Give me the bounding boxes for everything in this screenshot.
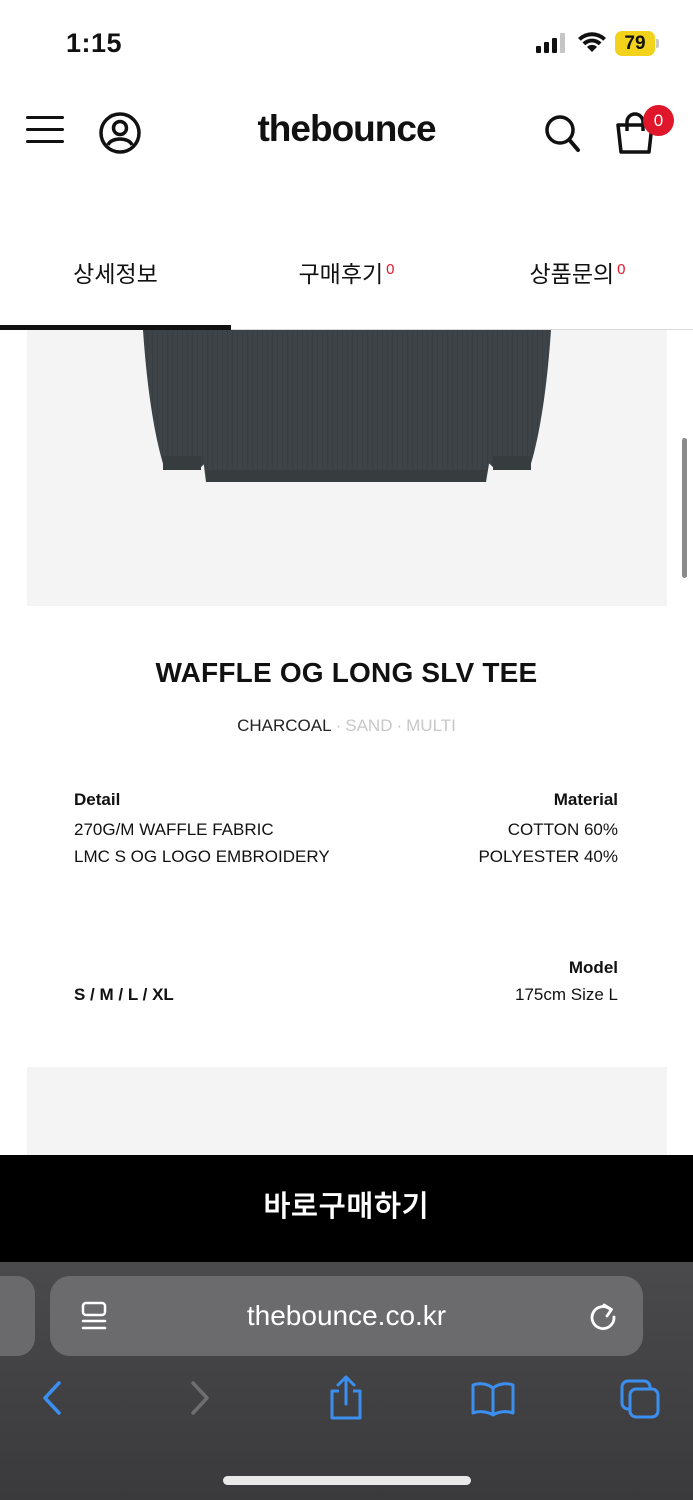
buy-now-button[interactable]: 바로구매하기 [0,1155,693,1262]
reader-mode-icon[interactable] [80,1300,108,1332]
product-title: WAFFLE OG LONG SLV TEE [155,657,538,688]
model-heading: Model [568,958,618,977]
detail-line: 270G/M WAFFLE FABRIC [74,820,274,839]
site-header: thebounce 0 [0,88,693,184]
status-time: 1:15 [66,28,123,58]
detail-heading: Detail [74,790,121,809]
url-text: thebounce.co.kr [246,1300,447,1331]
cellular-signal-icon [536,33,565,53]
battery-percent: 79 [624,33,646,54]
reload-icon[interactable] [587,1299,619,1333]
tab-label: 구매후기 [298,261,384,287]
tab-reviews[interactable]: 구매후기 0 [231,255,462,289]
site-logo[interactable]: thebounce [0,108,693,150]
review-count: 0 [386,261,395,278]
inquiry-count: 0 [617,261,626,278]
page-scrollbar[interactable] [682,438,687,578]
product-image [27,330,667,606]
color-option-multi[interactable]: MULTI [406,716,456,735]
tabs-icon[interactable] [618,1378,662,1420]
wifi-icon [578,32,606,52]
share-icon[interactable] [326,1374,366,1422]
forward-icon[interactable] [186,1378,214,1418]
product-tabs: 상세정보 구매후기 0 상품문의 0 [0,230,693,330]
back-icon[interactable] [38,1378,66,1418]
tab-detail[interactable]: 상세정보 [0,255,231,289]
detail-spec: Detail 270G/M WAFFLE FABRIC LMC S OG LOG… [74,786,330,870]
browser-toolbar: thebounce.co.kr [0,1262,693,1500]
product-shirt-image [143,330,551,482]
color-option-sand[interactable]: SAND [345,716,392,735]
home-indicator [223,1476,471,1485]
previous-tab-preview[interactable] [0,1276,35,1356]
material-line: COTTON 60% [507,820,618,839]
status-bar: 1:15 79 [0,0,693,88]
search-icon[interactable] [543,112,581,154]
model-value: 175cm Size L [515,985,618,1004]
size-list: S / M / L / XL [74,985,174,1004]
color-options: CHARCOAL · SAND · MULTI [237,716,456,735]
address-bar[interactable]: thebounce.co.kr [50,1276,643,1356]
bookmarks-icon[interactable] [470,1380,516,1418]
cart-count-badge: 0 [643,105,674,136]
tab-label: 상세정보 [73,261,158,287]
tab-label: 상품문의 [529,261,615,287]
model-spec: Model 175cm Size L [515,954,618,1008]
material-spec: Material COTTON 60% POLYESTER 40% [478,786,618,870]
battery-icon: 79 [615,31,659,56]
material-line: POLYESTER 40% [478,847,618,866]
color-option-charcoal[interactable]: CHARCOAL [237,716,331,735]
detail-line: LMC S OG LOGO EMBROIDERY [74,847,330,866]
tab-inquiries[interactable]: 상품문의 0 [462,255,693,289]
material-heading: Material [553,790,618,809]
